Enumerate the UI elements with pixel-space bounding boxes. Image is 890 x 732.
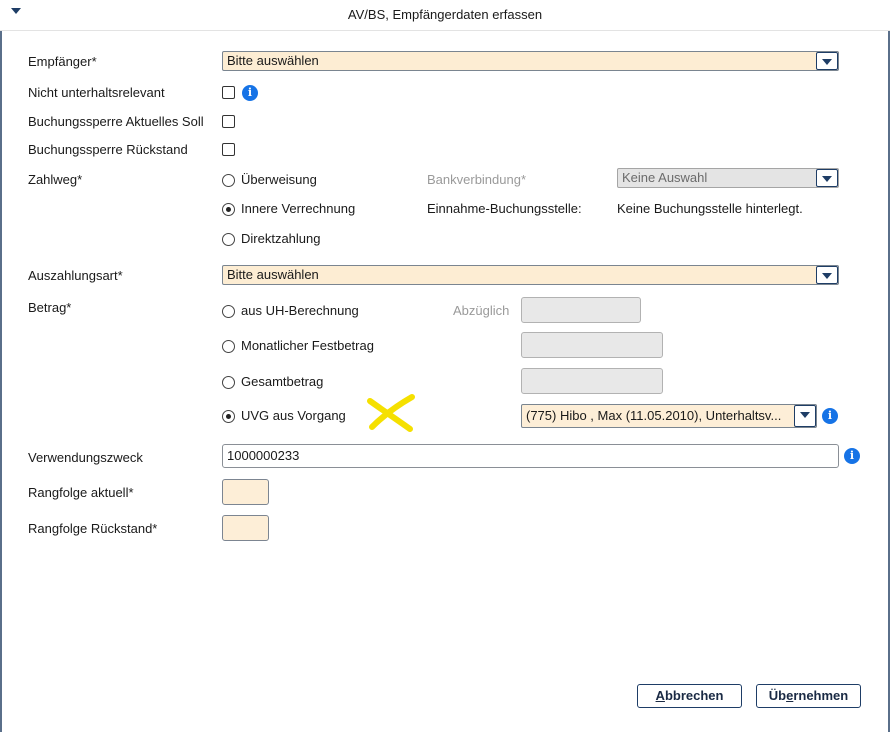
rangfolge-rueckstand-label: Rangfolge Rückstand* bbox=[28, 521, 158, 536]
sperre-rueckstand-label: Buchungssperre Rückstand bbox=[28, 142, 188, 157]
auszahlungsart-label: Auszahlungsart* bbox=[28, 268, 123, 283]
zahlweg-option-label: Überweisung bbox=[241, 172, 317, 187]
cancel-mnemonic: A bbox=[655, 688, 665, 703]
sperre-soll-label: Buchungssperre Aktuelles Soll bbox=[28, 114, 204, 129]
chevron-down-icon[interactable] bbox=[794, 405, 816, 427]
zahlweg-radio-direktzahlung[interactable] bbox=[222, 233, 235, 246]
bankverbindung-select[interactable]: Keine Auswahl bbox=[617, 168, 839, 188]
abzueglich-input[interactable] bbox=[521, 297, 641, 323]
window-title: AV/BS, Empfängerdaten erfassen bbox=[347, 7, 543, 22]
cancel-label-rest: bbrechen bbox=[664, 688, 724, 703]
zahlweg-radio-ueberweisung[interactable] bbox=[222, 174, 235, 187]
zahlweg-label: Zahlweg* bbox=[28, 172, 83, 187]
apply-label-rest: rnehmen bbox=[793, 688, 849, 703]
gesamtbetrag-input[interactable] bbox=[521, 368, 663, 394]
betrag-option-label: aus UH-Berechnung bbox=[241, 303, 359, 318]
sperre-rueckstand-checkbox[interactable] bbox=[222, 143, 235, 156]
zahlweg-radio-innere-verrechnung[interactable] bbox=[222, 203, 235, 216]
sperre-soll-checkbox[interactable] bbox=[222, 115, 235, 128]
verwendungszweck-input[interactable]: 1000000233 bbox=[222, 444, 839, 468]
betrag-radio-gesamtbetrag[interactable] bbox=[222, 376, 235, 389]
nicht-unterhaltsrelevant-label: Nicht unterhaltsrelevant bbox=[28, 85, 165, 100]
einnahme-buchungsstelle-label: Einnahme-Buchungsstelle: bbox=[427, 201, 582, 216]
info-icon[interactable]: i bbox=[242, 85, 258, 101]
rangfolge-aktuell-input[interactable] bbox=[222, 479, 269, 505]
info-icon[interactable]: i bbox=[822, 408, 838, 424]
zahlweg-option-label: Innere Verrechnung bbox=[241, 201, 356, 216]
uvg-vorgang-select[interactable]: (775) Hibo , Max (11.05.2010), Unterhalt… bbox=[521, 404, 817, 428]
info-icon[interactable]: i bbox=[844, 448, 860, 464]
betrag-option-label: Monatlicher Festbetrag bbox=[241, 338, 374, 353]
bankverbindung-value: Keine Auswahl bbox=[622, 170, 708, 185]
auszahlungsart-select[interactable]: Bitte auswählen bbox=[222, 265, 839, 285]
betrag-radio-uvg-aus-vorgang[interactable] bbox=[222, 410, 235, 423]
betrag-label: Betrag* bbox=[28, 300, 72, 315]
chevron-down-icon[interactable] bbox=[816, 266, 838, 284]
empfaenger-label: Empfänger* bbox=[28, 54, 97, 69]
nicht-unterhaltsrelevant-checkbox[interactable] bbox=[222, 86, 235, 99]
einnahme-buchungsstelle-value: Keine Buchungsstelle hinterlegt. bbox=[617, 201, 803, 216]
chevron-down-icon[interactable] bbox=[816, 169, 838, 187]
festbetrag-input[interactable] bbox=[521, 332, 663, 358]
empfaenger-value: Bitte auswählen bbox=[227, 53, 319, 68]
betrag-option-label: UVG aus Vorgang bbox=[241, 408, 346, 423]
betrag-radio-festbetrag[interactable] bbox=[222, 340, 235, 353]
apply-button[interactable]: Übernehmen bbox=[756, 684, 861, 708]
title-bar: AV/BS, Empfängerdaten erfassen bbox=[0, 0, 890, 31]
annotation-x-mark bbox=[367, 394, 415, 432]
rangfolge-aktuell-label: Rangfolge aktuell* bbox=[28, 485, 134, 500]
betrag-radio-uh-berechnung[interactable] bbox=[222, 305, 235, 318]
auszahlungsart-value: Bitte auswählen bbox=[227, 267, 319, 282]
cancel-button[interactable]: Abbrechen bbox=[637, 684, 742, 708]
empfaenger-select[interactable]: Bitte auswählen bbox=[222, 51, 839, 71]
betrag-option-label: Gesamtbetrag bbox=[241, 374, 324, 389]
window-edge-left bbox=[0, 0, 2, 732]
apply-label-pre: Üb bbox=[768, 688, 787, 703]
rangfolge-rueckstand-input[interactable] bbox=[222, 515, 269, 541]
zahlweg-option-label: Direktzahlung bbox=[241, 231, 321, 246]
uvg-vorgang-value: (775) Hibo , Max (11.05.2010), Unterhalt… bbox=[526, 408, 782, 423]
chevron-down-icon[interactable] bbox=[816, 52, 838, 70]
verwendungszweck-label: Verwendungszweck bbox=[28, 450, 143, 465]
bankverbindung-label: Bankverbindung* bbox=[427, 172, 527, 187]
abzueglich-label: Abzüglich bbox=[453, 303, 510, 318]
